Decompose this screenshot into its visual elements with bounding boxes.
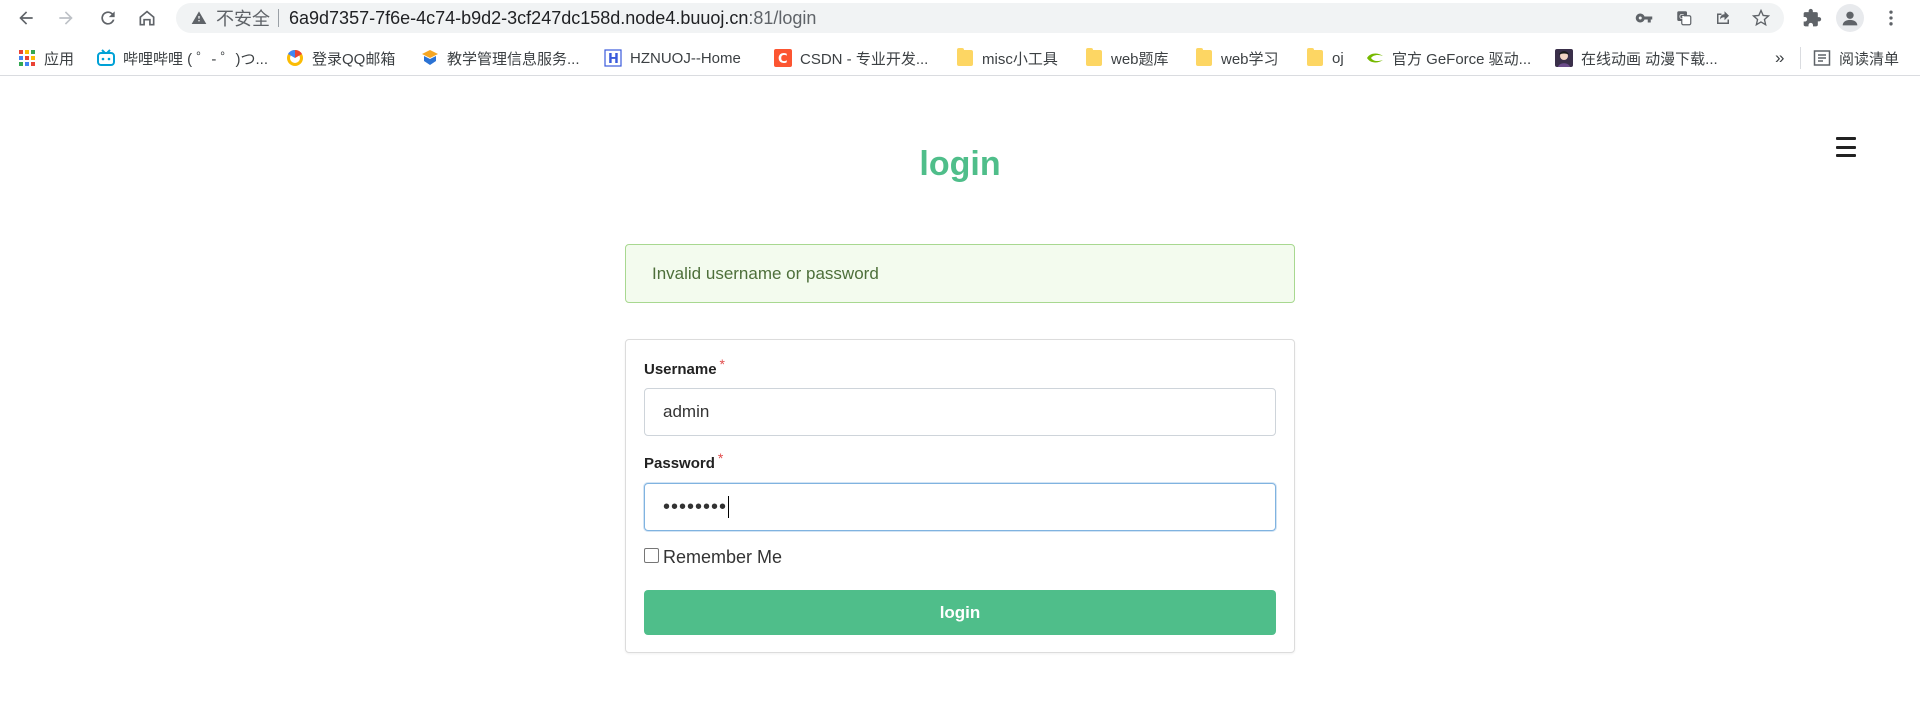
password-key-icon[interactable] [1633,7,1655,29]
bookmark-label: 在线动画 动漫下载... [1581,50,1718,68]
bookmark-csdn[interactable]: C CSDN - 专业开发... [774,46,928,70]
bookmark-label: CSDN - 专业开发... [800,50,929,68]
anime-icon [1555,49,1573,67]
bookmark-label: misc小工具 [982,50,1058,68]
password-input[interactable]: •••••••• [644,483,1276,531]
nvidia-icon [1366,49,1384,67]
password-mask: •••••••• [663,495,728,518]
remember-me-label: Remember Me [663,547,783,567]
browser-menu-icon[interactable] [1878,5,1904,31]
username-input[interactable]: admin [644,388,1276,436]
username-label: Username * [644,356,725,378]
error-alert: Invalid username or password [625,244,1295,303]
svg-text:H: H [608,52,619,67]
remember-me[interactable]: Remember Me [644,547,782,568]
bookmark-label: 哔哩哔哩 ( ゜- ゜)つ... [123,50,268,68]
security-label[interactable]: 不安全 [216,5,270,31]
bookmark-school[interactable]: 教学管理信息服务... [421,46,580,70]
bookmark-geforce[interactable]: 官方 GeForce 驱动... [1366,46,1531,70]
bookmark-apps[interactable]: 应用 [18,46,74,70]
arrow-left-icon [19,11,33,25]
folder-icon [956,48,974,67]
bookmarks-overflow-button[interactable]: » [1775,46,1784,70]
bookmark-label: web学习 [1221,50,1279,68]
folder-icon [1085,48,1103,67]
url-text[interactable]: 6a9d7357-7f6e-4c74-b9d2-3cf247dc158d.nod… [289,8,816,29]
bookmark-label: 教学管理信息服务... [447,50,580,68]
bookmark-folder-misc[interactable]: misc小工具 [956,46,1058,70]
folder-icon [1306,48,1324,67]
bookmark-label: 官方 GeForce 驱动... [1392,50,1532,68]
warning-icon[interactable] [190,9,208,27]
reading-list-button[interactable]: 阅读清单 [1813,46,1899,70]
bookmark-hznuoj[interactable]: H HZNUOJ--Home [604,46,741,70]
qq-mail-icon [286,49,304,67]
browser-toolbar: 不安全 6a9d7357-7f6e-4c74-b9d2-3cf247dc158d… [0,0,1920,36]
address-bar[interactable]: 不安全 6a9d7357-7f6e-4c74-b9d2-3cf247dc158d… [176,3,1784,33]
apps-grid-icon [18,49,36,67]
bookmark-label: oj [1332,49,1344,67]
login-form: Username * admin Password * •••••••• Remem… [625,339,1295,653]
page-title: login [919,145,1001,183]
bookmark-bilibili[interactable]: 哔哩哔哩 ( ゜- ゜)つ... [97,46,268,70]
back-button[interactable] [12,4,40,32]
folder-icon [1195,48,1213,67]
password-label-text: Password [644,455,715,472]
bookmarks-divider [1800,47,1801,69]
bookmark-star-icon[interactable] [1750,7,1772,29]
reading-list-label: 阅读清单 [1839,50,1900,68]
csdn-icon: C [774,49,792,67]
home-icon [139,10,155,26]
bookmark-label: 应用 [44,50,75,68]
username-label-text: Username [644,361,717,378]
required-asterisk: * [717,450,724,466]
url-path: :81/login [748,7,817,28]
reading-list-icon [1813,49,1831,67]
bookmark-folder-oj[interactable]: oj [1306,46,1344,70]
omnibox-divider [278,9,279,27]
share-icon[interactable] [1712,7,1734,29]
forward-button[interactable] [52,4,80,32]
login-button[interactable]: login [644,590,1276,635]
bilibili-icon [97,49,115,67]
bookmark-folder-web-questions[interactable]: web题库 [1085,46,1169,70]
extensions-puzzle-icon[interactable] [1799,5,1825,31]
translate-icon[interactable]: G [1673,7,1695,29]
reload-button[interactable] [94,4,122,32]
username-value: admin [663,402,710,421]
home-button[interactable] [133,4,161,32]
bookmark-label: web题库 [1111,50,1169,68]
bookmarks-bar: 应用 哔哩哔哩 ( ゜- ゜)つ... 登录QQ邮箱 教学管理信息服务... H… [0,40,1920,76]
required-asterisk: * [719,356,725,372]
alert-message: Invalid username or password [652,263,879,283]
remember-me-checkbox[interactable] [644,548,659,563]
bookmark-qq-mail[interactable]: 登录QQ邮箱 [286,46,395,70]
reload-icon [101,11,115,25]
text-caret [728,496,730,518]
bookmark-label: 登录QQ邮箱 [312,50,396,68]
profile-avatar-icon[interactable] [1836,4,1864,32]
hamburger-menu-icon[interactable] [1836,137,1858,157]
svg-text:G: G [1679,13,1684,21]
svg-text:C: C [778,52,788,67]
bookmark-folder-web-study[interactable]: web学习 [1195,46,1279,70]
bookmark-anime[interactable]: 在线动画 动漫下载... [1555,46,1718,70]
hznuoj-icon: H [604,49,622,67]
url-host: 6a9d7357-7f6e-4c74-b9d2-3cf247dc158d.nod… [289,7,749,28]
arrow-right-icon [59,11,73,25]
bookmark-label: HZNUOJ--Home [630,49,741,67]
password-label: Password * [644,450,723,472]
school-icon [421,49,439,67]
